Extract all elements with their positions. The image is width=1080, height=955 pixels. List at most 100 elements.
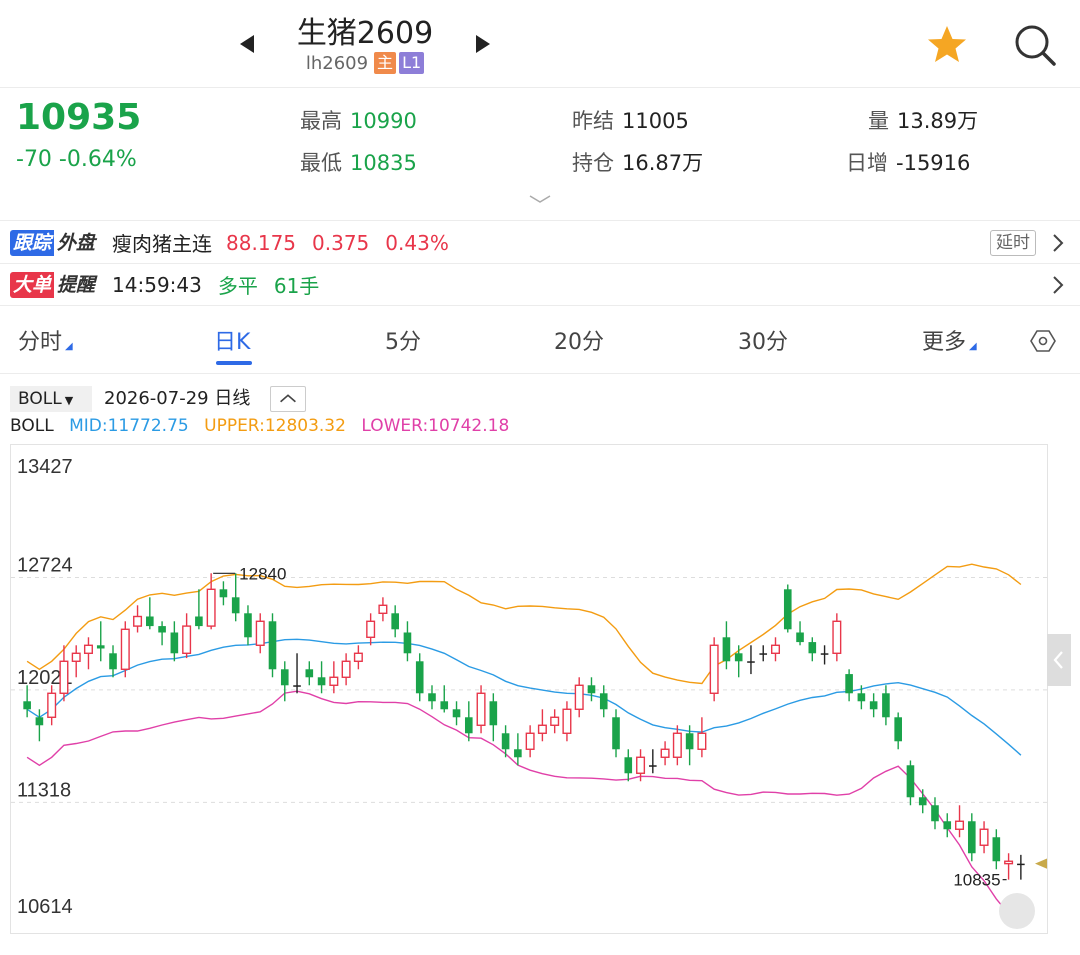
candle-body [341,660,351,678]
high-label: 最高 [300,109,342,133]
candle-body [734,653,743,662]
indicator-select[interactable]: BOLL ▼ [10,386,92,412]
candle-body [231,597,240,614]
contract-subtitle: lh2609 主 L1 [250,52,480,74]
top-bar: 生猪2609 lh2609 主 L1 [0,0,1080,88]
candle-body [329,676,339,686]
y-tick-label: 10614 [17,896,73,918]
candle-body [550,716,560,726]
period-tabs: 分时 ◢ 日K 5分 20分 30分 更多 ◢ [0,306,1080,374]
external-badge: 跟踪 外盘 [10,229,98,256]
candle-body [244,613,252,638]
chevron-right-icon [1053,276,1064,294]
candle-body [195,616,203,627]
price-change: -70 -0.64% [16,147,137,172]
kline-chart[interactable]: 13427 12724 12021 11318 10614 12840 10835 [10,444,1049,934]
high-stat: 最高 10990 [300,105,417,135]
candle-body [96,645,105,649]
prev-settle-stat: 昨结 11005 [572,105,689,135]
open-interest-label: 持仓 [572,151,614,175]
low-stat: 最低 10835 [300,147,417,177]
candle-body [109,653,117,670]
candle-body [624,757,633,774]
side-panel-handle[interactable] [1047,634,1071,686]
candle-body [353,652,363,662]
expand-chevron-icon[interactable] [528,193,552,205]
big-order-badge: 大单 提醒 [10,271,98,298]
big-order-badge-big: 大单 [10,271,55,298]
candle-body [612,717,620,750]
big-order-row[interactable]: 大单 提醒 14:59:43 多平 61手 [0,264,1080,306]
candle-body [403,632,412,654]
tab-20min[interactable]: 20分 [554,324,604,356]
next-contract-icon[interactable] [468,30,498,58]
big-order-time: 14:59:43 [112,272,202,297]
boll-upper-line [26,563,1022,685]
candle-body [146,616,154,627]
candle-body [206,588,216,627]
tab-more-label: 更多 [922,330,967,355]
collapse-chevron-icon[interactable] [270,386,306,412]
big-order-type: 多平 [217,274,258,298]
candle-body [219,589,228,598]
candle-body [979,828,989,846]
tab-intraday-label: 分时 [18,330,63,355]
candle-body [280,669,289,686]
boll-mid-line [26,638,1022,756]
candle-body [918,797,927,806]
big-order-volume: 61手 [273,274,320,298]
external-market-row[interactable]: 跟踪 外盘 瘦肉猪主连 88.175 0.375 0.43% 延时 [0,222,1080,264]
page-title: 生猪2609 [296,16,434,51]
tab-30min[interactable]: 30分 [738,324,788,356]
candle-body [415,661,424,694]
chart-date: 2026-07-29 日线 [104,388,251,409]
candle-body [255,620,265,646]
boll-mid: MID:11772.75 [69,416,189,436]
daily-change-stat: 日增 -15916 [846,147,970,177]
candle-body [574,684,584,710]
candle-body [170,632,179,654]
delay-tag: 延时 [990,230,1036,256]
candle-body [845,674,853,694]
open-interest-stat: 持仓 16.87万 [572,147,703,177]
favorite-star-icon[interactable] [926,24,968,66]
contract-code: lh2609 [305,52,369,74]
external-change: 0.375 [312,230,370,255]
candle-body [931,805,939,822]
candle-body [672,732,682,758]
candle-body [391,613,399,630]
search-icon[interactable] [1012,22,1058,68]
candle-body [268,621,277,670]
candle-body [305,669,314,678]
candle-body [943,821,952,830]
dropdown-caret-icon: ▼ [64,394,74,407]
candle-body [47,692,57,718]
candle-body [501,733,510,750]
candle-body [452,709,461,718]
candle-body [120,628,130,670]
candle-body [599,693,608,710]
low-marker-label: 10835 [953,871,1000,890]
external-badge-track: 跟踪 [10,229,55,256]
candle-body [796,632,804,643]
main-contract-tag: 主 [374,52,397,74]
candle-body [967,821,976,854]
tab-intraday-arrow-icon: ◢ [65,341,73,352]
tab-daily-k[interactable]: 日K [214,324,250,356]
candle-body [59,660,69,694]
candle-body [832,620,842,654]
volume-value: 13.89万 [897,109,979,133]
boll-lower-line [26,690,1021,916]
tab-more[interactable]: 更多 ◢ [922,324,977,356]
tab-20min-label: 20分 [554,330,604,355]
tab-intraday[interactable]: 分时 ◢ [18,324,73,356]
quote-panel: 10935 -70 -0.64% 最高 10990 最低 10835 昨结 11005… [0,89,1080,221]
candle-body [514,749,522,758]
external-badge-foreign: 外盘 [57,231,96,254]
candle-body [71,652,81,662]
candle-body [428,693,436,702]
chart-settings-icon[interactable] [1030,328,1056,354]
prev-settle-label: 昨结 [572,109,614,133]
low-value: 10835 [350,151,417,175]
tab-5min[interactable]: 5分 [385,324,421,356]
